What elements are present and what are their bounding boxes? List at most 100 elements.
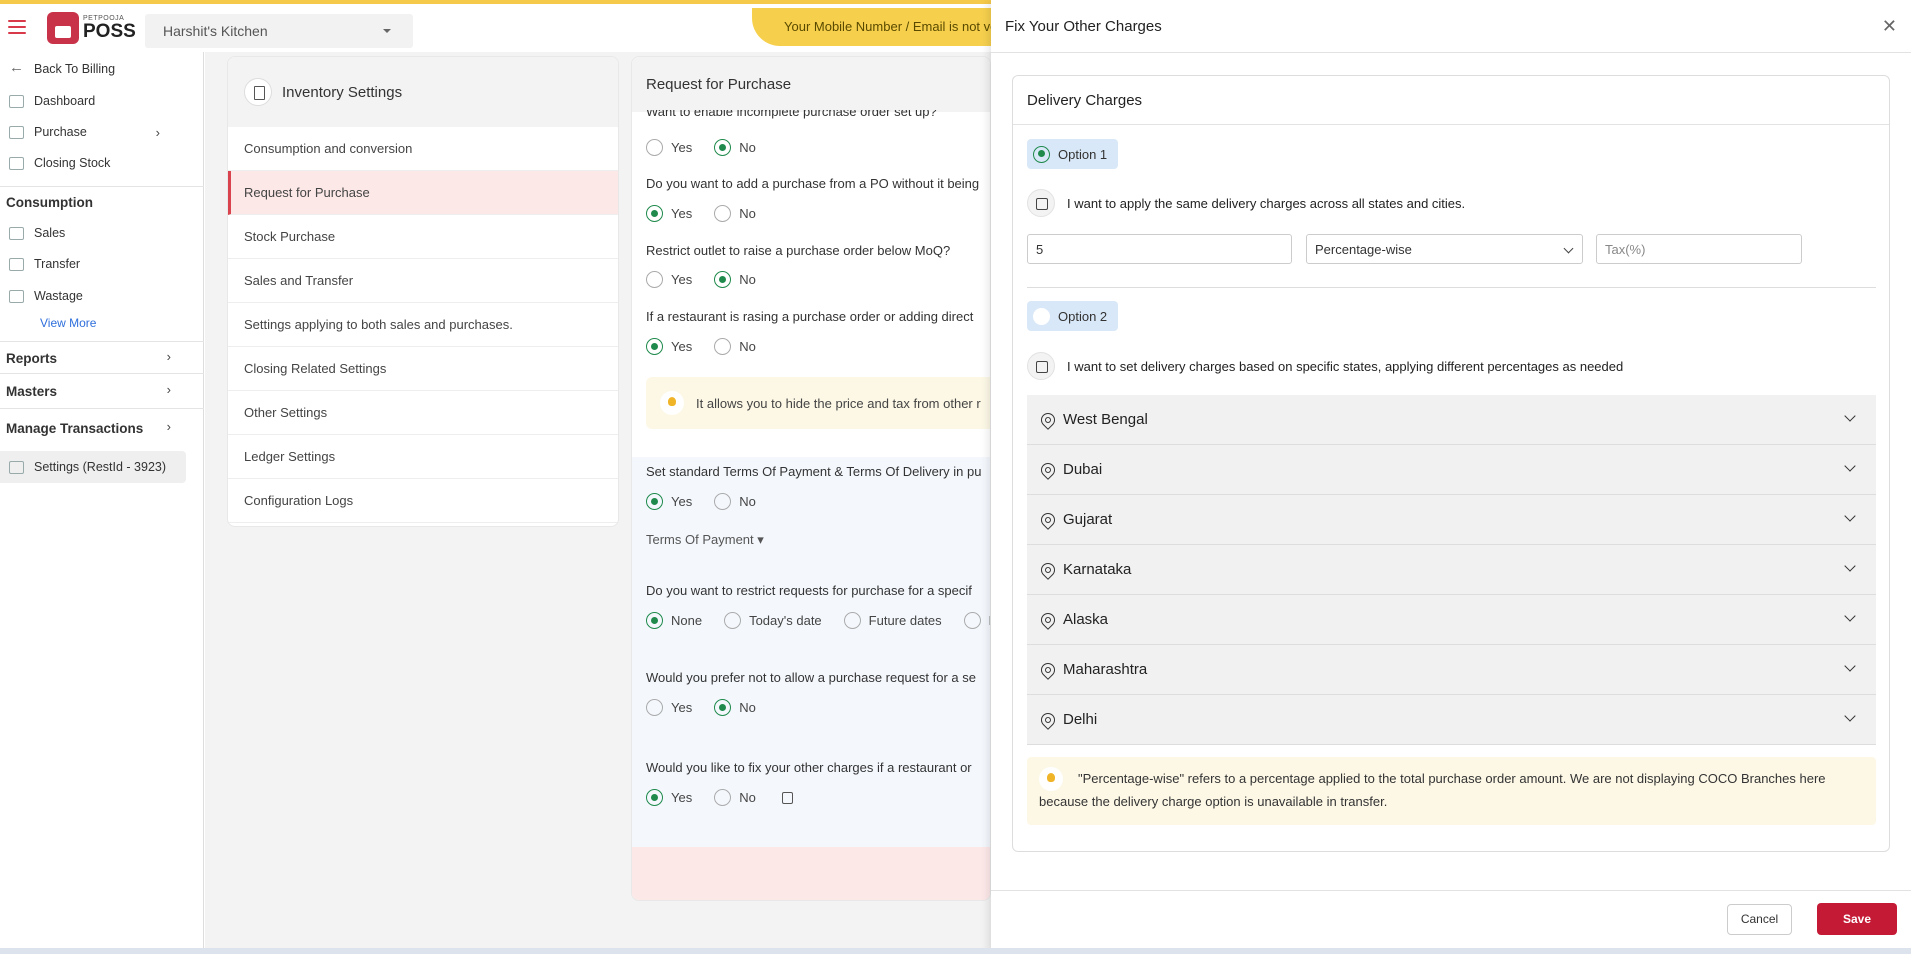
cart-icon [9, 125, 24, 139]
restaurant-name: Harshit's Kitchen [163, 23, 268, 39]
radio-today[interactable]: Today's date [724, 612, 822, 629]
radio-yes[interactable]: Yes [646, 338, 692, 355]
radio-none[interactable]: None [646, 612, 702, 629]
sidebar-item-wastage[interactable]: Wastage [0, 283, 190, 309]
horizontal-scrollbar[interactable] [0, 948, 1911, 954]
radio-group: Yes No [646, 271, 778, 288]
radio-label: Yes [671, 494, 693, 509]
sidebar-item-masters[interactable]: Masters [6, 384, 57, 399]
inv-item-sales-transfer[interactable]: Sales and Transfer [228, 259, 618, 303]
sidebar-item-purchase[interactable]: Purchase › [0, 119, 190, 145]
inv-item-closing[interactable]: Closing Related Settings [228, 347, 618, 391]
radio-no[interactable]: No [714, 493, 756, 510]
inv-item-ledger[interactable]: Ledger Settings [228, 435, 618, 479]
sidebar-item-settings[interactable]: Settings (RestId - 3923) [0, 454, 190, 480]
caret-down-icon [383, 29, 391, 33]
divider [991, 52, 1911, 53]
settings-icon [9, 460, 24, 474]
inv-item-consumption[interactable]: Consumption and conversion [228, 127, 618, 171]
location-pin-icon [1038, 559, 1058, 580]
option-1-radio[interactable]: Option 1 [1027, 139, 1119, 169]
sidebar-item-transfer[interactable]: Transfer [0, 251, 190, 277]
radio-no[interactable]: No [714, 271, 756, 288]
chevron-down-icon [1844, 510, 1856, 522]
sidebar-item-back[interactable]: Back To Billing [0, 56, 190, 82]
radio-checked-icon [646, 789, 663, 806]
terms-of-payment-toggle[interactable]: Terms Of Payment ▾ [646, 532, 764, 548]
location-pin-icon [1038, 459, 1058, 480]
state-row[interactable]: West Bengal [1027, 395, 1876, 445]
radio-checked-icon [1033, 145, 1050, 163]
radio-yes[interactable]: Yes [646, 139, 692, 156]
radio-past[interactable]: P [963, 612, 990, 629]
transfer-icon [9, 257, 24, 271]
radio-label: No [739, 272, 756, 287]
chevron-down-icon: ▾ [757, 532, 764, 547]
radio-icon [724, 612, 742, 629]
chevron-down-icon [1844, 410, 1856, 422]
tax-input[interactable]: Tax(%) [1596, 234, 1802, 264]
state-row[interactable]: Delhi [1027, 695, 1876, 745]
state-row[interactable]: Alaska [1027, 595, 1876, 645]
radio-label: No [739, 700, 756, 715]
radio-no[interactable]: No [714, 338, 756, 355]
save-button[interactable]: Save [1817, 903, 1897, 935]
question-other-charges: Would you like to fix your other charges… [646, 760, 972, 775]
radio-label: No [739, 140, 756, 155]
sidebar-item-dashboard[interactable]: Dashboard [0, 88, 190, 114]
state-row[interactable]: Dubai [1027, 445, 1876, 495]
card-title: Delivery Charges [1013, 76, 1889, 125]
sidebar-item-reports[interactable]: Reports [6, 351, 57, 366]
view-more-link[interactable]: View More [40, 316, 96, 330]
sidebar-item-label: Sales [34, 226, 66, 240]
radio-no[interactable]: No [714, 139, 756, 156]
radio-icon [714, 493, 732, 510]
radio-yes[interactable]: Yes [646, 699, 692, 716]
hamburger-menu-icon[interactable] [8, 20, 26, 34]
radio-yes[interactable]: Yes [646, 789, 692, 806]
panel-footer [632, 847, 990, 900]
location-pin-icon [1038, 409, 1058, 430]
radio-no[interactable]: No [714, 789, 756, 806]
sidebar-item-closing-stock[interactable]: Closing Stock [0, 150, 190, 176]
radio-future[interactable]: Future dates [843, 612, 942, 629]
radio-group: Yes No [646, 338, 778, 355]
state-name: Delhi [1063, 711, 1098, 728]
edit-charges-icon[interactable] [781, 791, 793, 804]
cancel-button[interactable]: Cancel [1727, 904, 1792, 935]
terms-label: Terms Of Payment [646, 532, 754, 547]
hint-box: It allows you to hide the price and tax … [646, 377, 990, 429]
close-icon[interactable]: ✕ [1882, 16, 1897, 37]
inv-item-request-for-purchase[interactable]: Request for Purchase [228, 171, 618, 215]
inv-item-stock-purchase[interactable]: Stock Purchase [228, 215, 618, 259]
inv-item-sales-purchases[interactable]: Settings applying to both sales and purc… [228, 303, 618, 347]
radio-checked-icon [646, 338, 663, 355]
option-2-radio[interactable]: Option 2 [1027, 301, 1119, 331]
bulb-icon [1039, 767, 1063, 791]
inv-item-config-logs[interactable]: Configuration Logs [228, 479, 618, 523]
radio-icon [714, 338, 732, 355]
radio-yes[interactable]: Yes [646, 271, 692, 288]
sidebar-item-manage-transactions[interactable]: Manage Transactions [6, 421, 143, 436]
charge-value-input[interactable]: 5 [1027, 234, 1292, 264]
radio-no[interactable]: No [714, 699, 756, 716]
divider [0, 186, 204, 187]
radio-label: No [739, 790, 756, 805]
inv-item-other[interactable]: Other Settings [228, 391, 618, 435]
radio-group: Yes No [646, 139, 778, 156]
radio-no[interactable]: No [714, 205, 756, 222]
radio-label: Today's date [749, 613, 822, 628]
radio-checked-icon [646, 493, 663, 510]
radio-yes[interactable]: Yes [646, 205, 692, 222]
bulb-icon [660, 391, 684, 415]
chevron-down-icon [1844, 610, 1856, 622]
charge-type-select[interactable]: Percentage-wise [1306, 234, 1583, 264]
state-row[interactable]: Karnataka [1027, 545, 1876, 595]
sidebar-item-sales[interactable]: Sales [0, 220, 190, 246]
chevron-right-icon: › [166, 419, 171, 434]
state-name: Alaska [1063, 611, 1109, 628]
radio-yes[interactable]: Yes [646, 493, 692, 510]
restaurant-select[interactable]: Harshit's Kitchen [145, 14, 413, 48]
state-row[interactable]: Gujarat [1027, 495, 1876, 545]
state-row[interactable]: Maharashtra [1027, 645, 1876, 695]
